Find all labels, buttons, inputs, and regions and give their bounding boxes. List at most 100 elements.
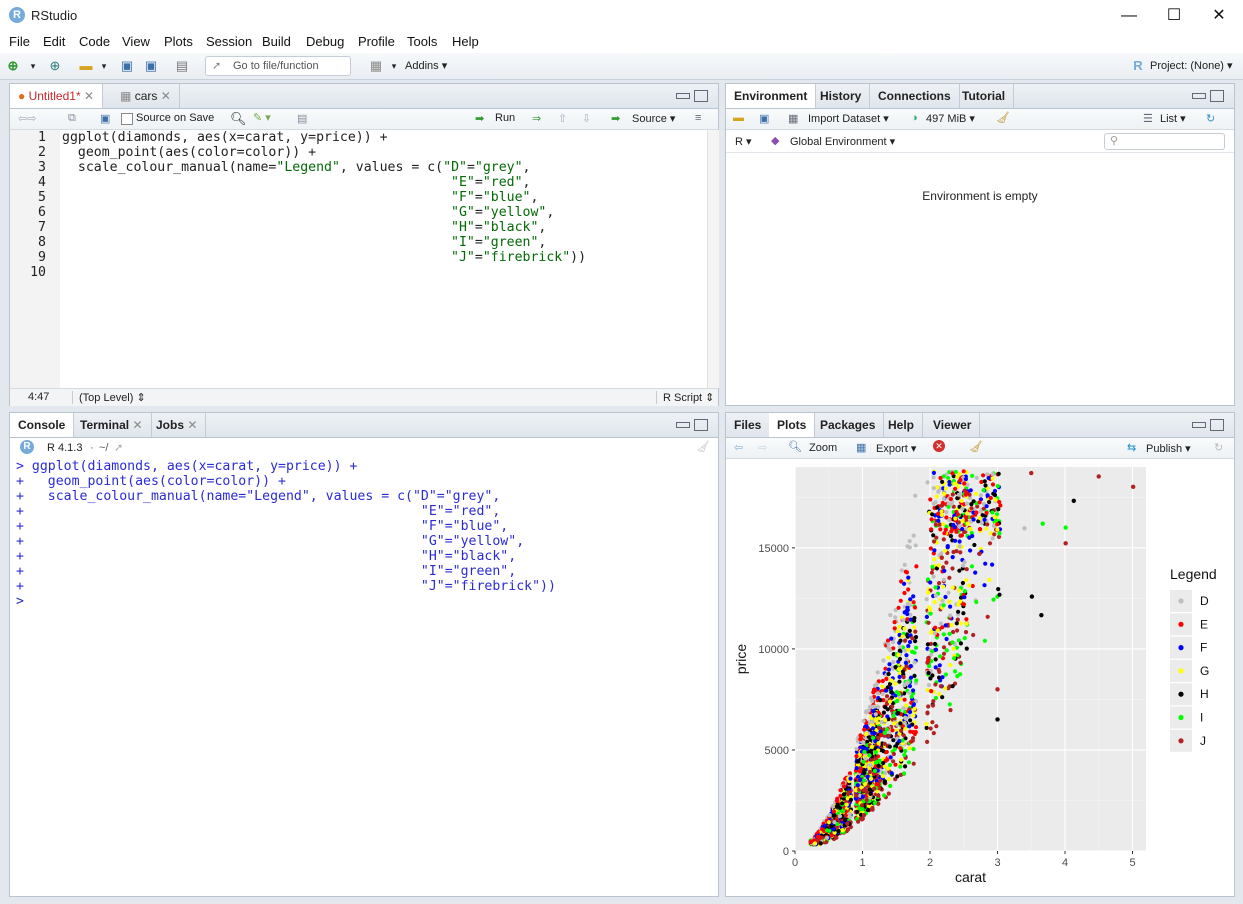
data-point xyxy=(880,774,885,779)
data-point xyxy=(841,792,847,797)
console-output[interactable]: > ggplot(diamonds, aes(x=carat, y=price)… xyxy=(16,459,706,889)
print-icon[interactable]: ▤ xyxy=(174,58,190,74)
addins-button[interactable]: Addins ▾ xyxy=(405,59,447,72)
code-tools-wand-icon[interactable]: ✎ ▾ xyxy=(253,111,271,124)
refresh-icon[interactable]: ↻ xyxy=(1214,441,1223,454)
environment-search-input[interactable]: ⚲ xyxy=(1104,133,1225,150)
data-point xyxy=(961,469,966,474)
show-in-window-icon[interactable]: ⧉ xyxy=(68,112,76,125)
new-file-dropdown-icon[interactable]: ▾ xyxy=(25,58,41,74)
open-recent-dropdown-icon[interactable]: ▾ xyxy=(96,58,112,74)
go-down-icon[interactable]: ⇩ xyxy=(582,112,591,125)
x-tick-label: 3 xyxy=(994,857,1000,869)
file-type-selector[interactable]: R Script ⇕ xyxy=(656,391,714,404)
menu-file[interactable]: File xyxy=(9,34,30,49)
environment-selector[interactable]: Global Environment ▾ xyxy=(790,135,895,148)
workspace-panes-icon[interactable]: ▦ xyxy=(368,58,384,74)
save-icon[interactable]: ▣ xyxy=(100,112,110,125)
maximize-pane-icon[interactable] xyxy=(694,90,708,102)
tab-files[interactable]: Files xyxy=(726,413,771,437)
minimize-pane-icon[interactable] xyxy=(1192,422,1206,428)
source-on-save-checkbox[interactable] xyxy=(121,113,133,125)
back-icon[interactable]: ⇦⇨ xyxy=(18,112,36,125)
tab-console[interactable]: Console xyxy=(10,413,75,437)
tab-environment[interactable]: Environment xyxy=(726,84,817,108)
data-point xyxy=(948,534,953,539)
save-workspace-icon[interactable]: ▣ xyxy=(759,112,769,125)
tab-untitled1[interactable]: ● Untitled1* ✕ xyxy=(10,84,104,108)
run-button[interactable]: Run xyxy=(495,112,515,124)
clear-broom-icon[interactable]: 🧹︎ xyxy=(996,111,1010,124)
new-project-icon[interactable]: ⊕ xyxy=(47,58,63,74)
refresh-icon[interactable]: ↻ xyxy=(1206,112,1215,125)
view-mode-button[interactable]: List ▾ xyxy=(1160,112,1186,125)
minimize-button[interactable]: — xyxy=(1106,0,1152,31)
import-dataset-button[interactable]: Import Dataset ▾ xyxy=(808,112,889,125)
data-point xyxy=(955,628,960,633)
goto-file-input[interactable]: ➚ Go to file/function xyxy=(205,56,351,76)
close-tab-icon[interactable]: ✕ xyxy=(132,418,142,432)
go-up-icon[interactable]: ⇧ xyxy=(558,112,567,125)
open-file-icon[interactable]: ▬ xyxy=(78,58,94,74)
tab-terminal[interactable]: Terminal ✕ xyxy=(72,413,152,437)
zoom-button[interactable]: Zoom xyxy=(809,442,837,454)
publish-button[interactable]: Publish ▾ xyxy=(1146,442,1191,455)
tab-viewer[interactable]: Viewer xyxy=(925,413,981,437)
tab-plots[interactable]: Plots xyxy=(769,413,816,437)
menu-tools[interactable]: Tools xyxy=(407,34,437,49)
tab-help[interactable]: Help xyxy=(880,413,924,437)
tab-history[interactable]: History xyxy=(812,84,871,108)
menu-build[interactable]: Build xyxy=(262,34,291,49)
maximize-pane-icon[interactable] xyxy=(1210,90,1224,102)
working-directory[interactable]: ~/ xyxy=(99,442,108,454)
data-point xyxy=(938,621,943,626)
menu-help[interactable]: Help xyxy=(452,34,479,49)
search-icon[interactable]: 🔍︎ xyxy=(230,111,247,127)
goto-directory-icon[interactable]: ➚ xyxy=(114,441,123,454)
save-icon[interactable]: ▣ xyxy=(119,58,135,74)
language-selector[interactable]: R ▾ xyxy=(735,135,752,148)
export-button[interactable]: Export ▾ xyxy=(876,442,916,455)
tab-packages[interactable]: Packages xyxy=(812,413,885,437)
clear-plots-broom-icon[interactable]: 🧹︎ xyxy=(969,440,983,453)
previous-plot-icon[interactable]: ⇦ xyxy=(734,441,743,454)
menu-edit[interactable]: Edit xyxy=(43,34,65,49)
clear-console-icon[interactable]: 🧹︎ xyxy=(696,440,710,453)
memory-usage-button[interactable]: 497 MiB ▾ xyxy=(926,112,975,125)
menu-code[interactable]: Code xyxy=(79,34,110,49)
new-file-icon[interactable]: ⊕ xyxy=(5,58,21,74)
menu-session[interactable]: Session xyxy=(206,34,252,49)
close-tab-icon[interactable]: ✕ xyxy=(161,89,171,103)
scope-selector[interactable]: (Top Level) ⇕ xyxy=(72,391,146,404)
load-workspace-icon[interactable]: ▬ xyxy=(733,112,744,124)
close-tab-icon[interactable]: ✕ xyxy=(84,89,94,103)
menu-profile[interactable]: Profile xyxy=(358,34,395,49)
data-point xyxy=(874,759,879,764)
code-editor[interactable]: ggplot(diamonds, aes(x=carat, y=price)) … xyxy=(62,130,702,388)
maximize-pane-icon[interactable] xyxy=(694,419,708,431)
tab-cars[interactable]: ▦ cars ✕ xyxy=(112,84,180,108)
editor-scrollbar[interactable] xyxy=(707,130,719,388)
menu-debug[interactable]: Debug xyxy=(306,34,344,49)
project-menu[interactable]: Project: (None) ▾ xyxy=(1150,59,1233,72)
rerun-icon[interactable]: ⇒ xyxy=(532,112,541,125)
remove-plot-icon[interactable]: ✕ xyxy=(933,440,945,452)
compile-report-icon[interactable]: ▤ xyxy=(297,112,307,125)
minimize-pane-icon[interactable] xyxy=(676,93,690,99)
save-all-icon[interactable]: ▣ xyxy=(143,58,159,74)
tab-jobs[interactable]: Jobs ✕ xyxy=(148,413,207,437)
minimize-pane-icon[interactable] xyxy=(1192,93,1206,99)
menu-view[interactable]: View xyxy=(122,34,150,49)
close-tab-icon[interactable]: ✕ xyxy=(187,418,197,432)
close-button[interactable]: ✕ xyxy=(1196,0,1242,31)
maximize-pane-icon[interactable] xyxy=(1210,419,1224,431)
source-button[interactable]: Source ▾ xyxy=(632,112,675,125)
menu-plots[interactable]: Plots xyxy=(164,34,193,49)
maximize-button[interactable]: ☐ xyxy=(1151,0,1197,31)
tab-connections[interactable]: Connections xyxy=(870,84,960,108)
panes-dropdown-icon[interactable]: ▾ xyxy=(386,58,402,74)
next-plot-icon[interactable]: ⇨ xyxy=(758,441,767,454)
outline-icon[interactable]: ≡ xyxy=(695,112,701,124)
minimize-pane-icon[interactable] xyxy=(676,422,690,428)
tab-tutorial[interactable]: Tutorial xyxy=(954,84,1015,108)
